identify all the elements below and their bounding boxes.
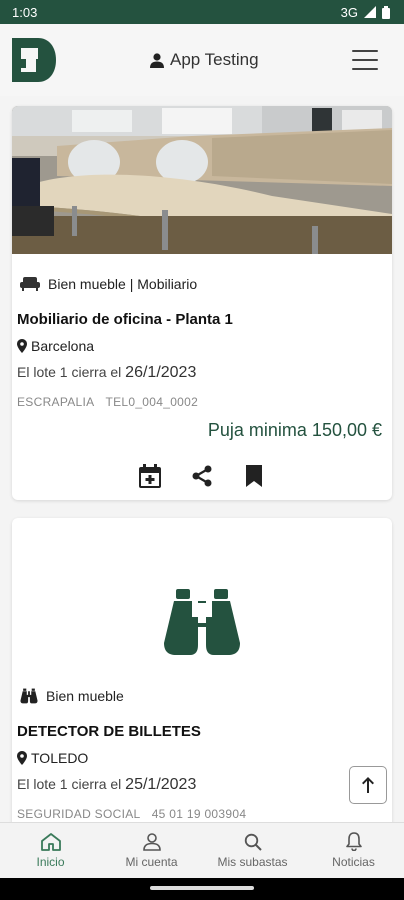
lot-photo (12, 106, 392, 254)
user-icon (142, 832, 161, 851)
status-icons: 3G (341, 5, 390, 20)
arrow-up-icon (362, 777, 374, 793)
home-gesture-handle[interactable] (150, 886, 254, 890)
menu-button[interactable] (352, 50, 378, 70)
system-gesture-bar (0, 878, 404, 900)
header-user[interactable]: App Testing (150, 24, 259, 96)
share-icon (192, 465, 212, 487)
lot-actions (138, 464, 266, 488)
lot-ref-code: 45 01 19 003904 (151, 807, 247, 821)
binoculars-icon (164, 589, 240, 655)
nav-label: Inicio (36, 854, 65, 869)
home-icon (40, 832, 61, 851)
search-icon (244, 833, 262, 851)
lot-category-label: Bien mueble | Mobiliario (48, 276, 198, 292)
nav-item-mis-subastas[interactable]: Mis subastas (202, 823, 303, 878)
app-logo-icon[interactable] (12, 38, 56, 82)
lot-category-label: Bien mueble (46, 688, 124, 704)
menu-line (352, 50, 378, 52)
lot-closing-date: 26/1/2023 (125, 364, 197, 381)
nav-item-mi-cuenta[interactable]: Mi cuenta (101, 823, 202, 878)
lot-title[interactable]: DETECTOR DE BILLETES (17, 723, 201, 740)
status-time: 1:03 (12, 4, 38, 20)
lot-location: Barcelona (17, 338, 94, 354)
lot-reference: SEGURIDAD SOCIAL 45 01 19 003904 (17, 807, 246, 821)
binoculars-small-icon (20, 688, 38, 704)
office-furniture-image (12, 106, 392, 254)
battery-icon (382, 5, 390, 19)
lot-closing: El lote 1 cierra el 26/1/2023 (17, 364, 196, 382)
lot-category: Bien mueble | Mobiliario (20, 276, 197, 292)
lot-source: SEGURIDAD SOCIAL (17, 807, 141, 821)
location-pin-icon (17, 339, 27, 353)
nav-label: Mis subastas (217, 854, 288, 869)
sofa-icon (20, 277, 40, 291)
lot-closing-prefix: El lote 1 cierra el (17, 776, 122, 792)
lot-closing-date: 25/1/2023 (125, 776, 197, 793)
auction-card[interactable]: Bien mueble DETECTOR DE BILLETES TOLEDO … (12, 518, 392, 822)
user-icon (150, 52, 164, 68)
calendar-add-icon (139, 464, 161, 488)
menu-line (352, 68, 378, 70)
lot-closing-prefix: El lote 1 cierra el (17, 364, 122, 380)
nav-label: Mi cuenta (125, 854, 178, 869)
network-label: 3G (340, 4, 358, 20)
lot-closing: El lote 1 cierra el 25/1/2023 (17, 776, 196, 794)
status-bar: 1:03 3G (0, 0, 404, 24)
bookmark-icon (246, 465, 262, 487)
bell-icon (345, 832, 362, 851)
auction-list: Bien mueble | Mobiliario Mobiliario de o… (0, 96, 404, 822)
bottom-nav: Inicio Mi cuenta Mis subastas Noticias (0, 822, 404, 878)
location-pin-icon (17, 751, 27, 765)
lot-title[interactable]: Mobiliario de oficina - Planta 1 (17, 311, 233, 328)
nav-item-noticias[interactable]: Noticias (303, 823, 404, 878)
lot-ref-code: TEL0_004_0002 (105, 395, 199, 409)
lot-location: TOLEDO (17, 750, 88, 766)
lot-category: Bien mueble (20, 688, 124, 704)
signal-icon (364, 6, 376, 18)
lot-location-label: TOLEDO (31, 750, 89, 766)
share-button[interactable] (190, 464, 214, 488)
lot-reference: ESCRAPALIA TEL0_004_0002 (17, 395, 198, 409)
nav-item-inicio[interactable]: Inicio (0, 823, 101, 878)
lot-source: ESCRAPALIA (17, 395, 94, 409)
header-user-label: App Testing (170, 50, 259, 69)
menu-line (352, 59, 378, 61)
app-header: App Testing (0, 24, 404, 96)
lot-location-label: Barcelona (31, 338, 95, 354)
add-to-calendar-button[interactable] (138, 464, 162, 488)
nav-label: Noticias (332, 855, 375, 869)
bookmark-button[interactable] (242, 464, 266, 488)
auction-card[interactable]: Bien mueble | Mobiliario Mobiliario de o… (12, 106, 392, 500)
scroll-to-top-button[interactable] (349, 766, 387, 804)
lot-min-bid: Puja minima 150,00 € (207, 420, 382, 440)
